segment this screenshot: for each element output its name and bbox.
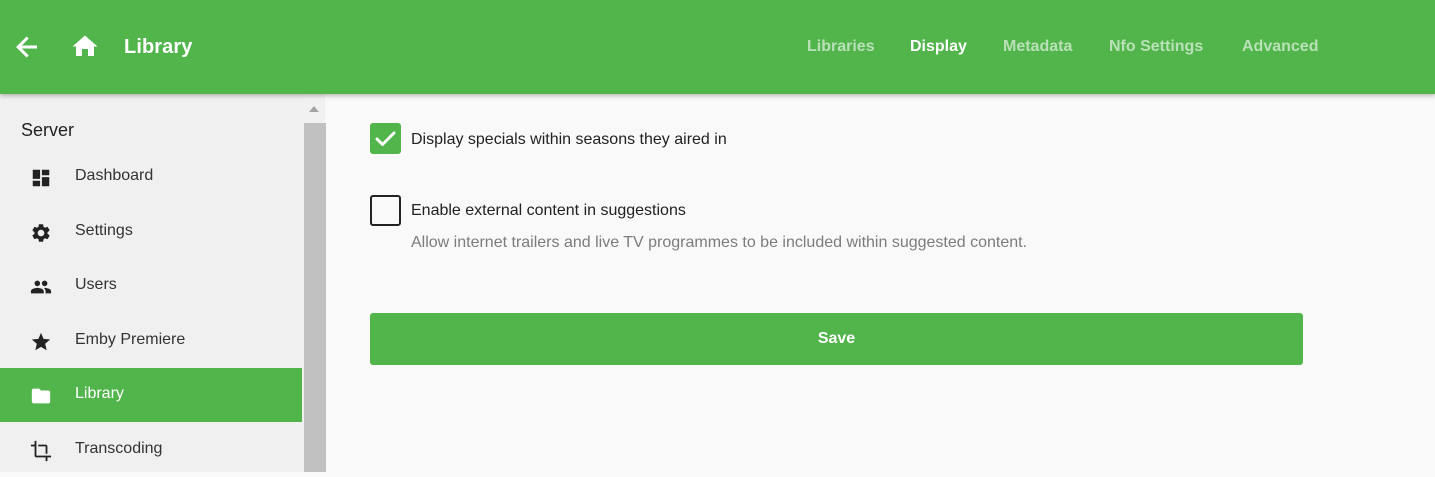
sidebar-item-label: Settings xyxy=(75,222,133,239)
display-specials-checkbox[interactable] xyxy=(370,123,401,154)
sidebar-item-label: Users xyxy=(75,276,117,293)
sidebar-item-library[interactable]: Library xyxy=(0,368,302,422)
external-content-description: Allow internet trailers and live TV prog… xyxy=(411,234,1028,251)
external-content-checkbox[interactable] xyxy=(370,195,401,226)
crop-icon xyxy=(30,440,52,462)
gear-icon xyxy=(30,222,52,244)
scroll-up-arrow[interactable] xyxy=(302,94,325,122)
display-specials-label[interactable]: Display specials within seasons they air… xyxy=(411,131,727,149)
sidebar-section-title: Server xyxy=(21,120,75,140)
sidebar-scrollbar[interactable] xyxy=(302,94,326,472)
sidebar-item-label: Library xyxy=(75,385,124,402)
tab-display[interactable]: Display xyxy=(910,38,967,56)
save-button[interactable]: Save xyxy=(370,313,1303,365)
folder-icon xyxy=(30,385,52,407)
sidebar-item-transcoding[interactable]: Transcoding xyxy=(0,423,302,477)
tab-advanced[interactable]: Advanced xyxy=(1242,38,1318,56)
star-icon xyxy=(30,331,52,353)
people-icon xyxy=(30,276,52,298)
app-header: Library Libraries Display Metadata Nfo S… xyxy=(0,0,1435,94)
dashboard-icon xyxy=(30,167,52,189)
sidebar-item-label: Emby Premiere xyxy=(75,331,186,348)
checkmark-icon xyxy=(370,123,401,154)
tab-bar: Libraries Display Metadata Nfo Settings … xyxy=(0,38,1435,60)
sidebar-item-emby-premiere[interactable]: Emby Premiere xyxy=(0,314,302,368)
sidebar-item-users[interactable]: Users xyxy=(0,259,302,313)
tab-nfo-settings[interactable]: Nfo Settings xyxy=(1109,38,1203,56)
sidebar-item-dashboard[interactable]: Dashboard xyxy=(0,150,302,204)
sidebar-item-settings[interactable]: Settings xyxy=(0,205,302,259)
display-settings-panel: Display specials within seasons they air… xyxy=(325,94,1435,472)
scrollbar-thumb[interactable] xyxy=(304,123,326,472)
sidebar-item-label: Dashboard xyxy=(75,167,154,184)
tab-libraries[interactable]: Libraries xyxy=(807,38,875,56)
sidebar-item-label: Transcoding xyxy=(75,440,163,457)
tab-metadata[interactable]: Metadata xyxy=(1003,38,1072,56)
external-content-label[interactable]: Enable external content in suggestions xyxy=(411,202,686,220)
